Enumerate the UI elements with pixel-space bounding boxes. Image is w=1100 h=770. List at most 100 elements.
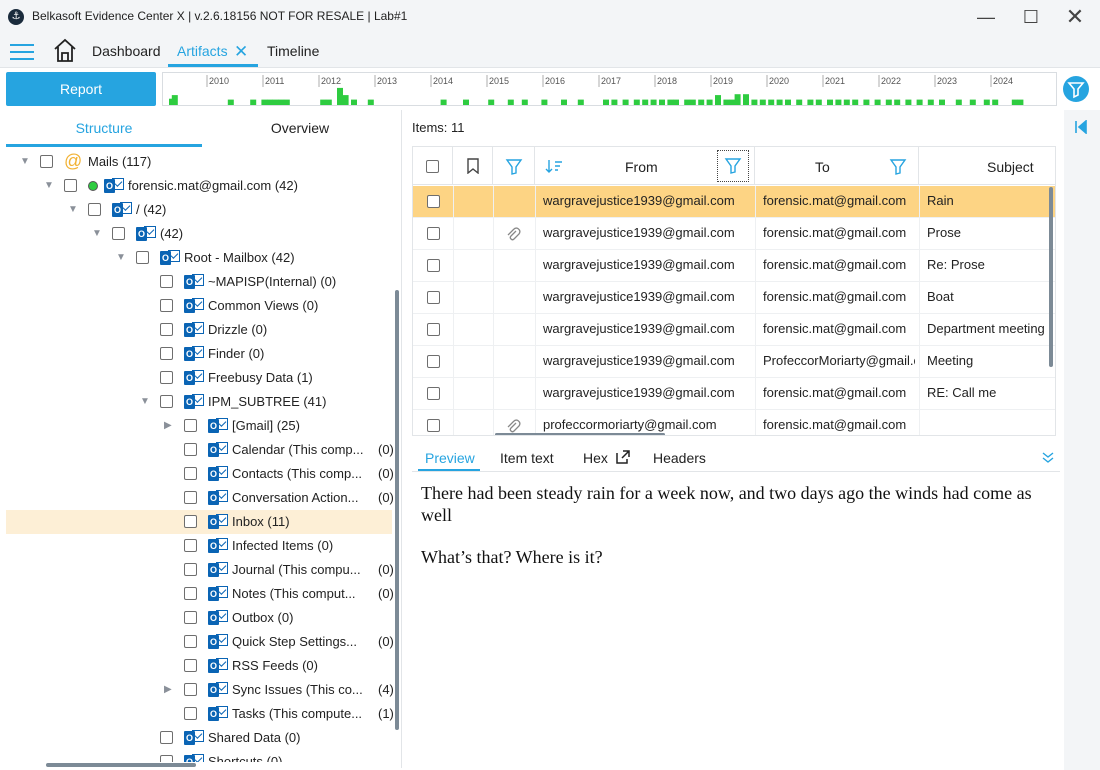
tree-item[interactable]: O Shared Data (0) [6, 726, 392, 750]
tree-item[interactable]: O Quick Step Settings... (0) [6, 630, 394, 654]
tree-item[interactable]: O ~MAPISP(Internal) (0) [6, 270, 392, 294]
email-row[interactable]: wargravejustice1939@gmail.com forensic.ma… [413, 186, 1055, 218]
tab-item-text[interactable]: Item text [500, 450, 554, 466]
collapse-arrow-icon[interactable]: ▼ [68, 204, 80, 216]
tree-item[interactable]: O Shortcuts (0) [6, 750, 392, 762]
select-all-checkbox[interactable] [426, 160, 439, 173]
tree-item[interactable]: ▼ O IPM_SUBTREE (41) [6, 390, 392, 414]
tree-checkbox[interactable] [184, 659, 197, 672]
collapse-chevron-icon[interactable] [1041, 450, 1055, 464]
tree-checkbox[interactable] [184, 587, 197, 600]
tree-checkbox[interactable] [184, 491, 197, 504]
tree-checkbox[interactable] [184, 611, 197, 624]
tree-checkbox[interactable] [64, 179, 77, 192]
filter-icon[interactable] [505, 158, 523, 176]
row-checkbox[interactable] [427, 291, 440, 304]
tab-dashboard[interactable]: Dashboard [92, 43, 161, 59]
collapse-arrow-icon[interactable]: ▼ [116, 252, 128, 264]
tree-item[interactable]: ▼ @ Mails (117) [6, 150, 392, 174]
tree-checkbox[interactable] [160, 731, 173, 744]
tab-artifacts[interactable]: Artifacts [177, 43, 228, 59]
email-row[interactable]: wargravejustice1939@gmail.com forensic.ma… [413, 314, 1055, 346]
grid-vertical-scrollbar[interactable] [1049, 187, 1053, 367]
header-subject-cell[interactable]: Subject [919, 147, 1055, 185]
collapse-panel-icon[interactable] [1074, 120, 1088, 134]
from-filter-button[interactable] [717, 150, 749, 182]
tree-item[interactable]: O Calendar (This comp... (0) [6, 438, 394, 462]
tree-checkbox[interactable] [184, 419, 197, 432]
tree-item[interactable]: ▶ O [Gmail] (25) [6, 414, 392, 438]
tree-item[interactable]: ▼ Oforensic.mat@gmail.com (42) [6, 174, 392, 198]
tree-item[interactable]: O Notes (This comput... (0) [6, 582, 394, 606]
tree-item[interactable]: O RSS Feeds (0) [6, 654, 392, 678]
tab-timeline[interactable]: Timeline [267, 43, 319, 59]
close-window-button[interactable]: ✕ [1055, 4, 1095, 30]
minimize-button[interactable]: — [966, 4, 1006, 30]
collapse-arrow-icon[interactable]: ▼ [92, 228, 104, 240]
filter-icon[interactable] [889, 158, 907, 176]
folder-tree[interactable]: ▼ @ Mails (117) ▼ Oforensic.mat@gmail.com (4… [6, 150, 398, 762]
tree-item[interactable]: ▼ O Root - Mailbox (42) [6, 246, 392, 270]
tree-item[interactable]: O Tasks (This compute... (1) [6, 702, 394, 726]
tree-item[interactable]: O Drizzle (0) [6, 318, 392, 342]
tree-checkbox[interactable] [160, 755, 173, 762]
tree-item[interactable]: ▶ O Sync Issues (This co... (4) [6, 678, 394, 702]
open-external-icon[interactable] [615, 449, 631, 465]
email-row[interactable]: wargravejustice1939@gmail.com forensic.ma… [413, 250, 1055, 282]
tree-checkbox[interactable] [184, 515, 197, 528]
tree-checkbox[interactable] [160, 371, 173, 384]
header-to-cell[interactable]: To [755, 147, 919, 185]
close-tab-icon[interactable]: ✕ [234, 42, 248, 62]
tree-item[interactable]: O Journal (This compu... (0) [6, 558, 394, 582]
tab-overview[interactable]: Overview [202, 110, 398, 146]
header-from-cell[interactable]: From [535, 147, 755, 185]
hamburger-menu-icon[interactable] [10, 42, 34, 60]
expand-arrow-icon[interactable]: ▶ [164, 420, 176, 432]
tree-checkbox[interactable] [88, 203, 101, 216]
tab-structure[interactable]: Structure [6, 110, 202, 146]
tree-checkbox[interactable] [184, 443, 197, 456]
row-checkbox[interactable] [427, 323, 440, 336]
filter-toggle-icon[interactable] [1063, 76, 1089, 102]
tree-checkbox[interactable] [184, 563, 197, 576]
tree-item[interactable]: O Infected Items (0) [6, 534, 392, 558]
tree-checkbox[interactable] [160, 347, 173, 360]
tab-preview[interactable]: Preview [425, 450, 475, 466]
tree-checkbox[interactable] [160, 299, 173, 312]
expand-arrow-icon[interactable]: ▶ [164, 684, 176, 696]
tree-item[interactable]: O Outbox (0) [6, 606, 392, 630]
row-checkbox[interactable] [427, 419, 440, 432]
collapse-arrow-icon[interactable]: ▼ [140, 396, 152, 408]
tree-item[interactable]: O Conversation Action... (0) [6, 486, 394, 510]
maximize-button[interactable]: ☐ [1011, 4, 1051, 30]
home-icon[interactable] [52, 37, 78, 63]
tree-item[interactable]: O Common Views (0) [6, 294, 392, 318]
tree-item[interactable]: O Freebusy Data (1) [6, 366, 392, 390]
tree-checkbox[interactable] [40, 155, 53, 168]
tree-item[interactable]: ▼ O / (42) [6, 198, 392, 222]
bookmark-icon[interactable] [466, 158, 480, 174]
tree-checkbox[interactable] [160, 275, 173, 288]
tree-horizontal-scrollbar[interactable] [46, 763, 196, 767]
sort-descending-icon[interactable] [545, 158, 563, 174]
tree-item[interactable]: O Finder (0) [6, 342, 392, 366]
report-button[interactable]: Report [6, 72, 156, 106]
row-checkbox[interactable] [427, 259, 440, 272]
tree-item[interactable]: O Contacts (This comp... (0) [6, 462, 394, 486]
email-row[interactable]: wargravejustice1939@gmail.com forensic.ma… [413, 378, 1055, 410]
email-row[interactable]: wargravejustice1939@gmail.com ProfeccorMo… [413, 346, 1055, 378]
timeline-histogram[interactable]: 2010 2011 2012 2013 2014 2015 2016 2017 2018 2019… [162, 72, 1057, 106]
tree-vertical-scrollbar[interactable] [395, 290, 399, 730]
tree-checkbox[interactable] [184, 683, 197, 696]
tree-checkbox[interactable] [184, 467, 197, 480]
row-checkbox[interactable] [427, 355, 440, 368]
row-checkbox[interactable] [427, 227, 440, 240]
email-row[interactable]: wargravejustice1939@gmail.com forensic.ma… [413, 282, 1055, 314]
tree-item[interactable]: ▼ O (42) [6, 222, 392, 246]
tab-hex[interactable]: Hex [583, 450, 608, 466]
row-checkbox[interactable] [427, 387, 440, 400]
tree-checkbox[interactable] [160, 395, 173, 408]
row-checkbox[interactable] [427, 195, 440, 208]
tree-checkbox[interactable] [184, 635, 197, 648]
tree-checkbox[interactable] [184, 539, 197, 552]
